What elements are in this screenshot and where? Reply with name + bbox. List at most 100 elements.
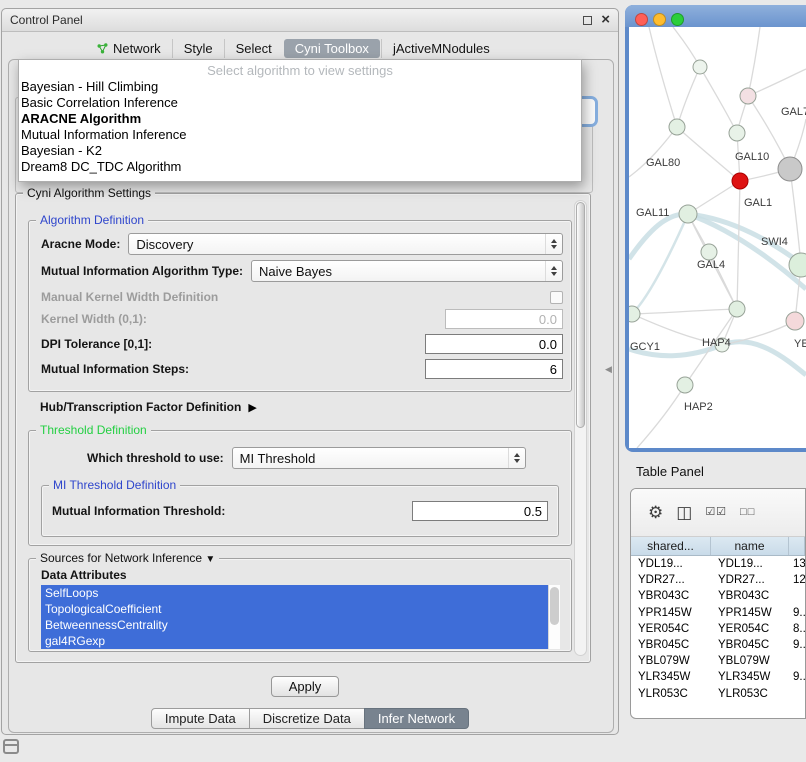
tab-cyni-toolbox[interactable]: Cyni Toolbox [284, 39, 380, 58]
table-row[interactable]: YDR27...YDR27...12... [631, 572, 805, 588]
attribute-item[interactable]: BetweennessCentrality [41, 617, 548, 633]
hub-section-toggle[interactable]: Hub/Transcription Factor Definition ▶ [40, 400, 257, 414]
attribute-item[interactable]: gal4RGexp [41, 633, 548, 649]
network-node[interactable] [729, 301, 745, 317]
algorithm-definition-title: Algorithm Definition [36, 213, 148, 227]
attribute-item[interactable]: TopologicalCoefficient [41, 601, 548, 617]
column-header[interactable] [789, 537, 805, 555]
algorithm-option[interactable]: ARACNE Algorithm [19, 111, 581, 127]
list-scrollbar[interactable] [548, 585, 560, 649]
clear-checkboxes-icon[interactable]: □□ [740, 504, 755, 521]
network-window: GAL80GAL10GAL11GAL1SWI4GAL4GCY1HAP4HAP2G… [625, 5, 806, 452]
tab-select[interactable]: Select [224, 39, 283, 58]
bottom-tabs: Impute DataDiscretize DataInfer Network [2, 708, 618, 729]
bottom-tab-impute-data[interactable]: Impute Data [151, 708, 250, 729]
sources-group-title[interactable]: Sources for Network Inference ▼ [36, 551, 219, 567]
table-row[interactable]: YPR145WYPR145W9... [631, 605, 805, 621]
algorithm-option[interactable]: Bayesian - K2 [19, 143, 581, 159]
algorithm-options: Bayesian - Hill ClimbingBasic Correlatio… [19, 79, 581, 175]
aracne-mode-select[interactable]: Discovery [128, 233, 563, 255]
algorithm-option[interactable]: Basic Correlation Inference [19, 95, 581, 111]
mi-threshold-input[interactable] [412, 501, 548, 521]
network-canvas[interactable]: GAL80GAL10GAL11GAL1SWI4GAL4GCY1HAP4HAP2G… [629, 27, 806, 448]
table-cell: YBR045C [631, 637, 711, 653]
mi-steps-input[interactable] [425, 359, 563, 379]
tab-jactivemnodules[interactable]: jActiveMNodules [381, 39, 501, 58]
float-window-icon[interactable] [583, 16, 592, 25]
table-cell: 9... [789, 605, 805, 621]
network-node[interactable] [701, 244, 717, 260]
tab-label: Cyni Toolbox [295, 41, 369, 56]
network-edge[interactable] [748, 27, 760, 96]
network-node[interactable] [778, 157, 802, 181]
window-title: Control Panel [10, 13, 583, 27]
combo-arrows-icon [508, 448, 525, 468]
network-window-titlebar[interactable] [625, 5, 806, 27]
table-cell: YBL079W [711, 653, 789, 669]
apply-button[interactable]: Apply [271, 676, 339, 697]
table-row[interactable]: YBR043CYBR043C [631, 588, 805, 604]
network-node[interactable] [740, 88, 756, 104]
table-row[interactable]: YBR045CYBR045C9... [631, 637, 805, 653]
dpi-tolerance-input[interactable] [425, 334, 563, 354]
expand-arrow-icon: ▶ [248, 401, 256, 414]
network-edge[interactable] [737, 181, 740, 309]
network-node[interactable] [732, 173, 748, 189]
table-toolbar: ⚙ ◫ ☑☑ □□ [631, 489, 805, 537]
tab-style[interactable]: Style [172, 39, 224, 58]
algorithm-option[interactable]: Mutual Information Inference [19, 127, 581, 143]
network-node-label: YE [794, 338, 806, 350]
manual-kernel-row: Manual Kernel Width Definition [41, 290, 563, 304]
bottom-tab-infer-network[interactable]: Infer Network [364, 708, 469, 729]
table-row[interactable]: YER054CYER054C8... [631, 621, 805, 637]
network-edge[interactable] [629, 127, 677, 177]
top-tabs: NetworkStyleSelect Cyni Toolbox jActiveMNo… [86, 38, 501, 59]
close-window-icon[interactable]: × [601, 14, 610, 26]
table-row[interactable]: YLR345WYLR345W9... [631, 669, 805, 685]
network-edge[interactable] [748, 69, 806, 96]
attribute-item[interactable]: SelfLoops [41, 585, 548, 601]
network-node[interactable] [679, 205, 697, 223]
zoom-traffic-light[interactable] [671, 13, 684, 26]
mi-threshold-group: MI Threshold Definition Mutual Informati… [41, 485, 559, 537]
network-node[interactable] [786, 312, 804, 330]
list-scrollbar-thumb[interactable] [550, 587, 559, 625]
columns-icon[interactable]: ◫ [676, 504, 692, 521]
panel-splitter-collapse-icon[interactable]: ◀ [605, 364, 612, 375]
select-all-checkboxes-icon[interactable]: ☑☑ [705, 504, 727, 521]
bottom-tab-discretize-data[interactable]: Discretize Data [249, 708, 365, 729]
network-edge[interactable] [637, 385, 685, 448]
tab-network[interactable]: Network [86, 39, 172, 58]
settings-scrollbar-thumb[interactable] [576, 202, 585, 428]
network-node[interactable] [693, 60, 707, 74]
restore-panel-icon[interactable] [3, 739, 19, 754]
table-body: YDL19...YDL19...13...YDR27...YDR27...12.… [631, 556, 805, 702]
table-row[interactable]: YBL079WYBL079W [631, 653, 805, 669]
column-header[interactable]: name [711, 537, 789, 555]
table-cell: YDR27... [631, 572, 711, 588]
network-edge[interactable] [632, 309, 737, 314]
network-edge[interactable] [700, 67, 737, 133]
minimize-traffic-light[interactable] [653, 13, 666, 26]
mi-type-select[interactable]: Naive Bayes [251, 260, 563, 282]
network-edge[interactable] [790, 169, 801, 265]
close-traffic-light[interactable] [635, 13, 648, 26]
network-node[interactable] [669, 119, 685, 135]
table-row[interactable]: YDL19...YDL19...13... [631, 556, 805, 572]
network-node[interactable] [677, 377, 693, 393]
settings-gear-icon[interactable]: ⚙ [648, 504, 663, 521]
which-threshold-select[interactable]: MI Threshold [232, 447, 526, 469]
network-edge[interactable] [649, 27, 677, 127]
network-node-label: HAP2 [684, 401, 713, 413]
column-header[interactable]: shared... [631, 537, 711, 555]
data-attributes-label: Data Attributes [41, 568, 127, 582]
network-node[interactable] [629, 306, 640, 322]
network-edge[interactable] [632, 214, 688, 314]
table-row[interactable]: YLR053CYLR053C [631, 686, 805, 702]
mi-threshold-label: Mutual Information Threshold: [52, 504, 225, 518]
network-edge[interactable] [677, 67, 700, 127]
network-node[interactable] [729, 125, 745, 141]
settings-scrollbar[interactable] [574, 200, 587, 656]
algorithm-option[interactable]: Bayesian - Hill Climbing [19, 79, 581, 95]
algorithm-option[interactable]: Dream8 DC_TDC Algorithm [19, 159, 581, 175]
